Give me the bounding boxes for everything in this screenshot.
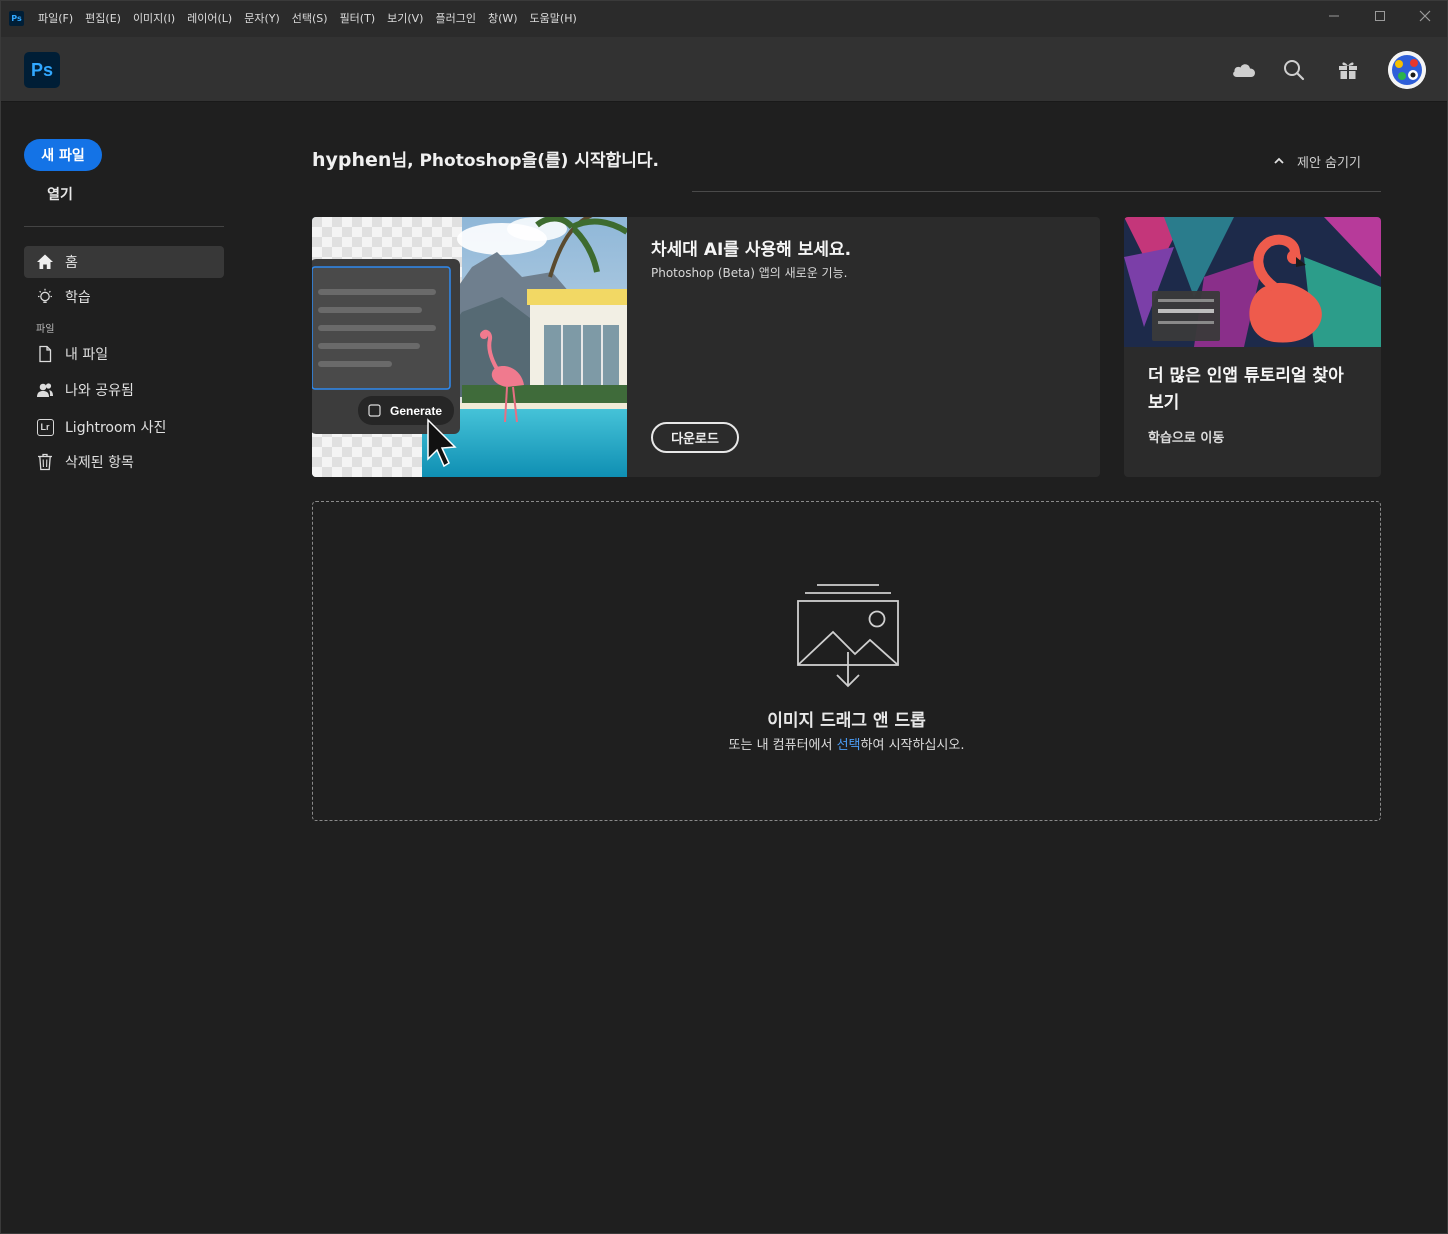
image-drop-icon (795, 582, 901, 690)
photoshop-logo: Ps (24, 52, 60, 88)
cloud-button[interactable] (1231, 57, 1257, 83)
tutorial-image (1124, 217, 1381, 347)
sidebar-item-home[interactable]: 홈 (24, 246, 224, 278)
open-button[interactable]: 열기 (24, 181, 96, 207)
maximize-button[interactable] (1357, 1, 1403, 31)
menu-plugins[interactable]: 플러그인 (435, 1, 475, 37)
promo-subtitle: Photoshop (Beta) 앱의 새로운 기능. (651, 266, 848, 280)
close-button[interactable] (1402, 1, 1448, 31)
minimize-icon (1329, 15, 1339, 17)
sidebar-divider (24, 226, 224, 227)
sidebar-item-my-files[interactable]: 내 파일 (24, 338, 224, 370)
drop-zone-text-after: 하여 시작하십시오. (860, 738, 965, 753)
menu-select[interactable]: 선택(S) (292, 1, 328, 37)
menu-layer[interactable]: 레이어(L) (187, 1, 232, 37)
gift-button[interactable] (1335, 57, 1361, 83)
sidebar-item-lightroom[interactable]: Lr Lightroom 사진 (24, 411, 224, 443)
sidebar-item-label: 홈 (65, 255, 78, 271)
gift-icon (1339, 62, 1357, 79)
sidebar-item-label: Lightroom 사진 (65, 420, 167, 436)
drop-zone-text-before: 또는 내 컴퓨터에서 (728, 738, 837, 753)
suggestions-divider (692, 191, 1381, 192)
hide-suggestions-label: 제안 숨기기 (1297, 155, 1361, 171)
file-icon (36, 345, 54, 363)
app-header: Ps (1, 37, 1447, 102)
drop-zone-title: 이미지 드래그 앤 드롭 (767, 711, 926, 731)
chevron-up-icon (1274, 157, 1284, 164)
menu-view[interactable]: 보기(V) (387, 1, 423, 37)
search-button[interactable] (1281, 57, 1307, 83)
menu-type[interactable]: 문자(Y) (244, 1, 280, 37)
page-title: hyphen님, Photoshop을(를) 시작합니다. (312, 146, 659, 171)
greeting-text: 님, Photoshop을(를) 시작합니다. (391, 151, 659, 171)
menu-edit[interactable]: 편집(E) (85, 1, 121, 37)
menu-file[interactable]: 파일(F) (38, 1, 73, 37)
people-icon (36, 381, 54, 399)
promo-card: Generate 차세대 AI를 사용해 보세요. Photoshop (Bet… (312, 217, 1100, 477)
home-icon (36, 253, 54, 271)
title-bar: Ps 파일(F) 편집(E) 이미지(I) 레이어(L) 문자(Y) 선택(S)… (1, 1, 1447, 37)
cloud-icon (1233, 64, 1255, 77)
hide-suggestions-button[interactable]: 제안 숨기기 (1273, 151, 1361, 171)
download-button[interactable]: 다운로드 (651, 422, 739, 453)
close-icon (1419, 10, 1431, 22)
photoshop-window: Ps 파일(F) 편집(E) 이미지(I) 레이어(L) 문자(Y) 선택(S)… (0, 0, 1448, 1234)
lightroom-icon: Lr (36, 418, 54, 436)
promo-image: Generate (312, 217, 627, 477)
app-icon: Ps (9, 11, 24, 26)
menu-bar: 파일(F) 편집(E) 이미지(I) 레이어(L) 문자(Y) 선택(S) 필터… (38, 1, 589, 37)
sidebar-section-files: 파일 (36, 324, 55, 335)
sidebar-item-deleted[interactable]: 삭제된 항목 (24, 446, 224, 478)
avatar[interactable] (1388, 51, 1426, 89)
sidebar-item-label: 삭제된 항목 (65, 455, 134, 471)
sidebar-item-learn[interactable]: 학습 (24, 281, 224, 313)
sidebar-item-label: 나와 공유됨 (65, 383, 134, 399)
lightbulb-icon (36, 288, 54, 306)
avatar-image (1388, 51, 1426, 89)
search-icon (1284, 60, 1305, 81)
trash-icon (36, 453, 54, 471)
maximize-icon (1375, 11, 1385, 21)
minimize-button[interactable] (1311, 1, 1357, 31)
select-file-link[interactable]: 선택 (837, 738, 861, 753)
tutorial-card[interactable]: 더 많은 인앱 튜토리얼 찾아보기 학습으로 이동 (1124, 217, 1381, 477)
promo-title: 차세대 AI를 사용해 보세요. (651, 240, 852, 260)
sidebar-item-label: 학습 (65, 290, 91, 306)
menu-filter[interactable]: 필터(T) (340, 1, 376, 37)
lightroom-badge: Lr (36, 418, 54, 436)
new-file-button[interactable]: 새 파일 (24, 139, 102, 171)
sidebar-item-shared[interactable]: 나와 공유됨 (24, 374, 224, 406)
menu-help[interactable]: 도움말(H) (530, 1, 577, 37)
drop-zone-subtitle: 또는 내 컴퓨터에서 선택하여 시작하십시오. (313, 734, 1380, 753)
menu-window[interactable]: 창(W) (488, 1, 518, 37)
drop-zone[interactable]: 이미지 드래그 앤 드롭 또는 내 컴퓨터에서 선택하여 시작하십시오. (312, 501, 1381, 821)
generate-label: Generate (390, 404, 443, 418)
menu-image[interactable]: 이미지(I) (133, 1, 175, 37)
tutorial-title: 더 많은 인앱 튜토리얼 찾아보기 (1148, 366, 1344, 413)
greeting-name: hyphen (312, 149, 392, 171)
sidebar-item-label: 내 파일 (65, 347, 109, 363)
go-to-learn-link[interactable]: 학습으로 이동 (1148, 427, 1224, 446)
